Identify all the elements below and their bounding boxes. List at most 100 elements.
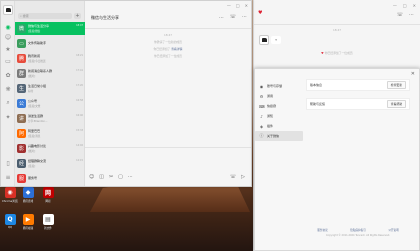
conversation-name: 讲述生活群	[28, 114, 44, 118]
close-button[interactable]: ✕	[245, 3, 248, 8]
settings-menu-item[interactable]: ◉ 账号与存储	[255, 81, 303, 91]
conversation-item[interactable]: ▭ 文件传输助手	[15, 37, 85, 50]
settings-menu-item[interactable]: ⌨ 快捷键	[255, 101, 303, 111]
desktop-shortcut[interactable]: ▤ 新文件	[40, 214, 56, 230]
conversation-preview: [图片]	[28, 150, 36, 153]
settings-menu-item[interactable]: ♪ 通知	[255, 111, 303, 121]
favorites-icon[interactable]: ★	[4, 45, 12, 53]
user-avatar[interactable]	[3, 5, 13, 15]
conversation-preview: [链接]消息	[28, 135, 41, 138]
conversation-name: 阿里巴巴	[28, 129, 41, 133]
search-icon[interactable]: ⌕	[4, 99, 12, 107]
more-icon[interactable]: ⋯	[242, 14, 247, 20]
footer-links: 服务协议 隐私保护指引 公开说明	[306, 228, 410, 232]
conversation-item[interactable]: 经经理群聊交流 [链接] 12:15	[15, 157, 85, 170]
avatar: 群	[17, 69, 26, 78]
call-icon[interactable]: ☏	[397, 12, 403, 18]
more-icon[interactable]: ⋯	[128, 174, 133, 180]
call-icon[interactable]: ☏	[230, 174, 236, 180]
avatar[interactable]	[259, 35, 269, 45]
desktop-shortcut-label: QQ	[7, 226, 13, 229]
desktop-shortcut-label: 腾讯视频	[22, 227, 34, 230]
input-toolbar-right: ☏ ▷	[230, 174, 245, 180]
video-icon: ▶	[22, 214, 34, 225]
minimize-button[interactable]: —	[393, 3, 397, 8]
emoji-icon[interactable]: ☺	[89, 174, 94, 180]
avatar: 阿	[17, 129, 26, 138]
settings-row-button[interactable]: 查看帮助	[386, 100, 406, 108]
conversation-preview: [链接]	[28, 165, 36, 168]
maximize-button[interactable]: □	[403, 3, 407, 8]
phone-icon[interactable]: ▯	[4, 159, 12, 167]
privacy-link[interactable]: 隐私保护指引	[350, 228, 366, 232]
system-message: 你已经添加了一位成员	[154, 54, 182, 58]
desktop-shortcut-label: 腾讯游戏	[22, 200, 34, 203]
message-time: 18:47	[332, 28, 342, 32]
minimize-button[interactable]: —	[227, 3, 231, 8]
video-icon[interactable]: ▷	[241, 174, 245, 180]
video-call-icon[interactable]: ...	[219, 14, 224, 20]
desktop-shortcut[interactable]: Q QQ	[2, 214, 18, 229]
settings-row: 帮助与反馈 查看帮助	[306, 98, 410, 110]
conversation-text: 服务号	[28, 176, 83, 181]
desktop-shortcut[interactable]: ◆ 腾讯游戏	[20, 187, 36, 203]
conversation-preview: [图片]	[28, 75, 36, 78]
settings-row-button[interactable]: 检查更新	[386, 81, 406, 89]
input-toolbar: ☺ ◫ ✂ ▢ ⋯	[89, 174, 133, 180]
chat-area: — □ ✕ 微信与生活分享 ... ☏ ⋯ 18:47 你邀请了一位新的成员 你…	[85, 1, 251, 186]
conversation-item[interactable]: 微微信与生活分享 [链接]微信 18:47	[15, 22, 85, 35]
settings-menu-item[interactable]: ◈ 插件	[255, 121, 303, 131]
files-icon[interactable]: ▭	[4, 57, 12, 65]
conversation-text: 经理群聊交流 [链接]	[28, 159, 83, 168]
conversation-item[interactable]: 影兴趣电影讨论 [图片] 14:02	[15, 142, 85, 155]
input-area[interactable]: ☺ ◫ ✂ ▢ ⋯ ☏ ▷	[85, 147, 251, 186]
contacts-icon[interactable]: ☺	[4, 33, 12, 41]
message-area: 18:47 你邀请了一位新的成员 你已经添加了 查看详情 你已经添加了一位成员	[85, 29, 251, 147]
terms-link[interactable]: 服务协议	[317, 228, 327, 232]
close-button[interactable]: ✕	[413, 3, 416, 8]
conversation-item[interactable]: 讲讲述生活群 分享:Brandon... 16:40	[15, 112, 85, 125]
desktop-shortcut[interactable]: ◉ Chrome浏览器	[2, 187, 18, 203]
more-icon[interactable]: ⋯	[409, 12, 414, 18]
conversation-item[interactable]: 群新闻消息联系人群 [图片] 17:41	[15, 67, 85, 80]
add-button[interactable]: +	[74, 13, 81, 19]
channels-icon[interactable]: ❋	[4, 85, 12, 93]
call-icon[interactable]: ☏	[230, 14, 236, 20]
settings-menu: ◉ 账号与存储 ⚙ 通用 ⌨ 快捷键 ♪ 通知 ◈ 插件 ⓘ 关于微信	[255, 81, 303, 141]
account-icon: ◉	[259, 83, 264, 89]
folder-icon[interactable]: ◫	[99, 174, 104, 180]
file-icon[interactable]: ▢	[118, 174, 123, 180]
maximize-button[interactable]: □	[236, 3, 240, 8]
close-button[interactable]: ✕	[411, 71, 415, 77]
conversation-text: 新闻消息联系人群 [图片]	[28, 69, 83, 78]
file-icon: ▤	[42, 214, 54, 225]
menu-icon[interactable]: ≡	[4, 173, 12, 181]
conversation-item[interactable]: 公公众号 [链接]文章 16:58	[15, 97, 85, 110]
details-link[interactable]: 查看详情	[171, 47, 182, 51]
conversation-time: 16:58	[76, 99, 83, 102]
conversation-item[interactable]: 阿阿里巴巴 [链接]消息 15:33	[15, 127, 85, 140]
chat-icon[interactable]: ◉	[4, 23, 12, 31]
avatar: 生	[17, 84, 26, 93]
conversation-item[interactable]: 腾腾讯新闻 [链接]今日推送 18:21	[15, 52, 85, 65]
disclosure-link[interactable]: 公开说明	[388, 228, 398, 232]
settings-row-label: 帮助与反馈	[310, 102, 326, 106]
settings-menu-label: 账号与存储	[267, 84, 283, 88]
desktop-shortcut[interactable]: ▶ 腾讯视频	[20, 214, 36, 230]
settings-menu-item[interactable]: ⚙ 通用	[255, 91, 303, 101]
conversation-item[interactable]: 服服务号	[15, 172, 85, 185]
screenshot-icon[interactable]: ✂	[109, 174, 113, 180]
conversation-name: 微信与生活分享	[28, 24, 50, 28]
moments-icon[interactable]: ✿	[4, 71, 12, 79]
conversation-preview: 好的	[28, 90, 34, 93]
mini-program-icon[interactable]: ✦	[4, 113, 12, 121]
conversation-name: 经理群聊交流	[28, 159, 47, 163]
conversation-item[interactable]: 生生活日常小组 好的 17:20	[15, 82, 85, 95]
chrome-icon: ◉	[4, 187, 16, 198]
header-icons: ... ☏ ⋯	[219, 14, 247, 20]
desktop-shortcut[interactable]: 网网易	[40, 187, 56, 203]
search-input[interactable]: ⌕ 搜索	[18, 13, 72, 19]
settings-menu-item[interactable]: ⓘ 关于微信	[255, 131, 303, 141]
settings-menu-label: 通用	[267, 94, 274, 98]
avatar: 经	[17, 159, 26, 168]
